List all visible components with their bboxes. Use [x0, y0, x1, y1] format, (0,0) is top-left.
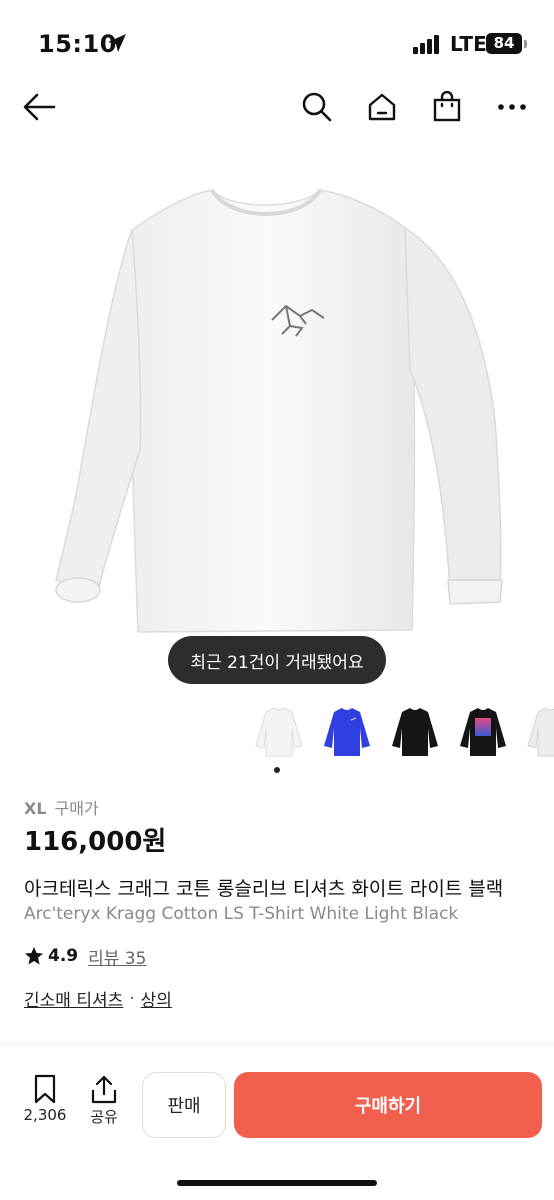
- thumbnail-black[interactable]: [384, 700, 446, 762]
- shopping-bag-icon[interactable]: [430, 90, 464, 124]
- bookmark-button[interactable]: 2,306: [15, 1074, 75, 1124]
- status-bar: 15:10 LTE 84: [0, 0, 554, 88]
- price: 116,000원: [24, 827, 167, 857]
- carousel-dot: [274, 767, 280, 773]
- back-arrow-icon[interactable]: [22, 90, 56, 124]
- bottom-action-bar: 2,306 공유 판매 구매하기: [0, 1058, 554, 1200]
- search-icon[interactable]: [300, 90, 334, 124]
- subcategory-link[interactable]: 상의: [141, 986, 172, 1011]
- size-price-type: XL 구매가: [24, 795, 99, 819]
- product-image[interactable]: [40, 170, 514, 650]
- product-title-korean: 아크테릭스 크래그 코튼 롱슬리브 티셔츠 화이트 라이트 블랙: [24, 878, 504, 900]
- home-indicator: [177, 1180, 377, 1186]
- share-icon: [91, 1075, 117, 1104]
- category-link[interactable]: 긴소매 티셔츠: [24, 986, 123, 1011]
- signal-icon: [413, 34, 443, 54]
- share-button[interactable]: 공유: [74, 1074, 134, 1127]
- category-separator: ·: [129, 988, 135, 1009]
- share-label: 공유: [90, 1108, 118, 1126]
- battery-tip: [524, 40, 527, 48]
- buy-button[interactable]: 구매하기: [234, 1072, 542, 1138]
- product-title-english: Arc'teryx Kragg Cotton LS T-Shirt White …: [24, 904, 459, 924]
- bookmark-icon: [34, 1074, 56, 1104]
- home-icon[interactable]: [365, 90, 399, 124]
- thumbnail-black-graphic[interactable]: [452, 700, 514, 762]
- thumbnail-blue[interactable]: [316, 700, 378, 762]
- recent-trades-toast: 최근 21건이 거래됐어요: [168, 636, 386, 684]
- size-label: XL: [24, 799, 47, 818]
- network-type: LTE: [450, 32, 487, 56]
- price-type: 구매가: [54, 799, 99, 818]
- color-thumbnails: [248, 700, 554, 762]
- category-breadcrumb: 긴소매 티셔츠 · 상의: [24, 986, 172, 1012]
- rating-row: 4.9 리뷰 35: [24, 943, 146, 969]
- nav-bar: [0, 80, 554, 136]
- sell-button[interactable]: 판매: [142, 1072, 226, 1138]
- star-icon: [25, 947, 43, 965]
- more-icon[interactable]: [495, 90, 529, 124]
- divider: [0, 1044, 554, 1045]
- bookmark-count: 2,306: [23, 1106, 67, 1124]
- rating-value: 4.9: [48, 946, 79, 966]
- battery-icon: 84: [486, 33, 522, 54]
- thumbnail-white[interactable]: [248, 700, 310, 762]
- thumbnail-light[interactable]: [520, 700, 554, 762]
- review-link[interactable]: 리뷰 35: [88, 944, 146, 969]
- location-arrow-icon: [108, 34, 126, 52]
